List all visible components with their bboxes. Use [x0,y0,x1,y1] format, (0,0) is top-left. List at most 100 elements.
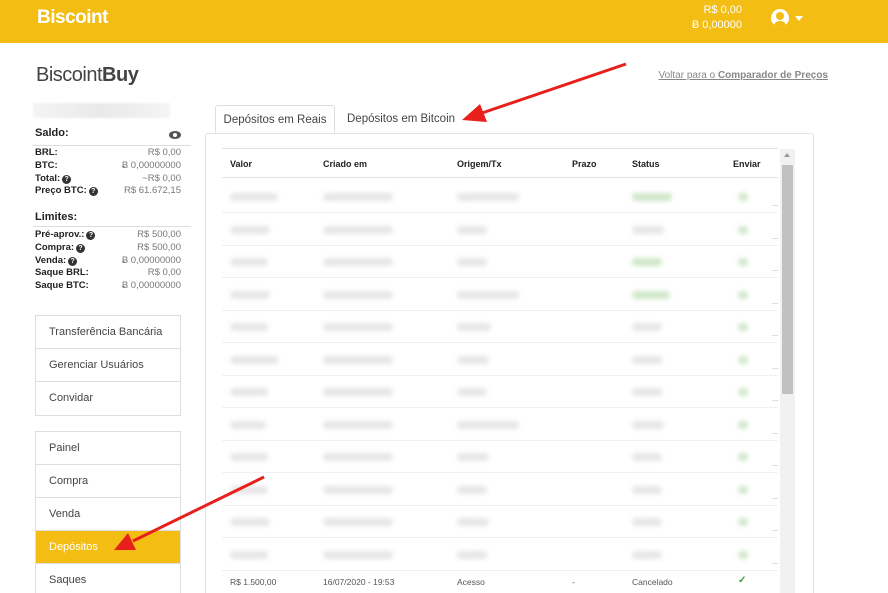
table-row[interactable] [222,181,778,213]
blurred-cell [738,225,748,234]
stat-value: R$ 500,00 [137,229,181,240]
blurred-cell [738,323,748,331]
table-row[interactable] [222,409,778,441]
blurred-cell [323,550,393,559]
sidebar-item-compra[interactable]: Compra [36,465,180,498]
stat-label: Total:? [35,173,72,184]
blurred-cell [738,518,748,526]
sidebar-item-venda[interactable]: Venda [36,498,180,531]
blurred-cell [738,550,748,559]
blurred-cell [323,323,393,331]
stat-value: R$ 0,00 [147,147,181,158]
stat-value: R$ 500,00 [137,241,181,253]
col-status: Status [632,159,660,169]
blurred-cell [457,193,519,201]
user-menu-button[interactable] [771,9,811,29]
table-row[interactable]: R$ 1.500,00 16/07/2020 - 19:53 Acesso - … [222,572,778,592]
blurred-cell [738,485,748,494]
table-row[interactable] [222,539,778,571]
table-row[interactable] [222,441,778,473]
table-row[interactable] [222,214,778,246]
blurred-cell [230,193,278,201]
stat-value: Ƀ 0,00000000 [121,280,181,292]
stat-value: R$ 0,00 [147,267,181,279]
blurred-cell [323,518,393,526]
check-icon[interactable]: ✓ [738,575,746,586]
col-prazo: Prazo [572,159,597,169]
top-bar: Biscoint R$ 0,00 Ƀ 0,00000 [0,0,888,43]
page-title: BiscointBuy [36,64,139,86]
row-tick [772,465,778,466]
sidebar-item-transferencia-bancaria[interactable]: Transferência Bancária [36,316,180,349]
table-row[interactable] [222,376,778,408]
col-enviar: Enviar [733,159,761,169]
table-row[interactable] [222,474,778,506]
blurred-cell [323,388,393,396]
sidebar-item-gerenciar-usuarios[interactable]: Gerenciar Usuários [36,349,180,382]
sidebar-stat-row: Saque BTC: Ƀ 0,00000000 [35,280,181,293]
sidebar-stat-row: BRL: R$ 0,00 [35,147,181,160]
blurred-cell [457,388,487,396]
scroll-thumb[interactable] [782,165,793,394]
cell-prazo: - [572,577,575,587]
blurred-cell [457,550,487,559]
blurred-cell [457,323,491,331]
row-tick [772,530,778,531]
tab-depositos-bitcoin[interactable]: Depósitos em Bitcoin [347,105,455,133]
sidebar-stat-row: Saque BRL: R$ 0,00 [35,267,181,280]
tab-depositos-reais[interactable]: Depósitos em Reais [215,105,335,133]
blurred-cell [457,485,487,494]
blurred-cell [457,420,519,429]
table-row[interactable] [222,279,778,311]
help-icon[interactable]: ? [68,256,78,266]
blurred-cell [632,550,662,559]
scroll-up-icon[interactable] [784,153,790,157]
table-row[interactable] [222,311,778,343]
blurred-cell [632,355,662,364]
row-tick [772,562,778,564]
stat-value: Ƀ 0,00000000 [121,254,181,266]
scrollbar[interactable] [780,149,795,593]
row-tick [772,237,778,239]
sidebar-item-depositos[interactable]: Depósitos [36,531,180,564]
table-row[interactable] [222,246,778,278]
balance-brl: R$ 0,00 [703,4,742,16]
help-icon[interactable]: ? [62,174,72,184]
help-icon[interactable]: ? [88,187,98,197]
help-icon[interactable]: ? [86,231,96,240]
user-icon [771,9,789,27]
table-row[interactable] [222,344,778,376]
arrow-to-bitcoin-tab [462,62,627,122]
divider [33,226,191,227]
sidebar-item-painel[interactable]: Painel [36,432,180,465]
row-tick [772,205,778,206]
table-row[interactable] [222,506,778,538]
blurred-cell [323,290,393,299]
row-tick [772,302,778,304]
blurred-cell [632,388,662,396]
stat-value: Ƀ 0,00000000 [121,159,181,171]
eye-icon[interactable] [169,131,181,139]
sidebar-stat-row: Pré-aprov.:? R$ 500,00 [35,229,181,242]
help-icon[interactable]: ? [76,243,86,253]
blurred-cell [457,453,489,461]
blurred-cell [632,420,664,429]
blurred-cell [323,420,393,429]
caret-down-icon [795,16,803,21]
account-menu: Transferência Bancária Gerenciar Usuários… [35,315,181,416]
sidebar-stat-row: Total:? ~R$ 0,00 [35,173,181,186]
blurred-cell [738,193,748,201]
row-tick [772,367,778,369]
stat-label: Venda:? [35,255,78,266]
blurred-cell [738,453,748,461]
blurred-cell [632,518,662,526]
logo[interactable]: Biscoint [37,7,108,29]
row-tick [772,270,778,271]
blurred-cell [230,355,278,364]
sidebar-item-saques[interactable]: Saques [36,564,180,593]
sidebar-item-convidar[interactable]: Convidar [36,382,180,415]
blurred-cell [323,193,393,201]
col-criado-em: Criado em [323,159,368,169]
blurred-cell [323,225,393,234]
back-to-comparator-link[interactable]: Voltar para o Comparador de Preços [658,70,828,81]
